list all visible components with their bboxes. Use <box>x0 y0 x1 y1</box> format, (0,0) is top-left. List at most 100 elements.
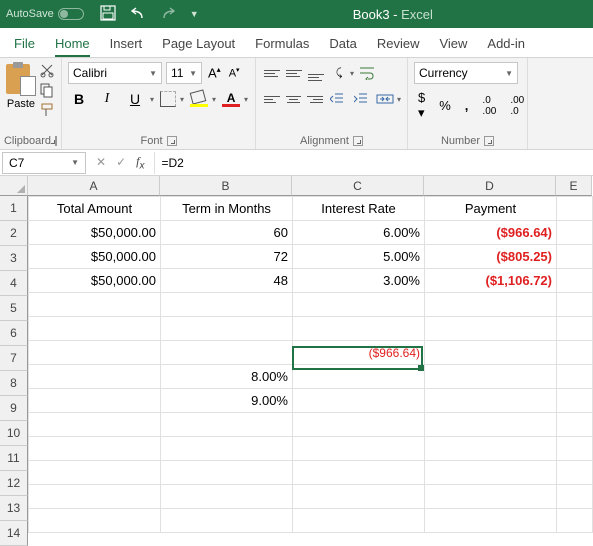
select-all-corner[interactable] <box>0 176 28 196</box>
align-top-icon[interactable] <box>262 65 282 81</box>
cell <box>557 389 593 413</box>
cell <box>425 317 557 341</box>
redo-icon[interactable] <box>160 5 176 24</box>
col-header[interactable]: B <box>160 176 292 196</box>
cell <box>161 437 293 461</box>
align-bottom-icon[interactable] <box>306 65 326 81</box>
cell <box>161 413 293 437</box>
cell <box>161 341 293 365</box>
number-label: Number <box>414 133 521 147</box>
save-icon[interactable] <box>100 5 116 24</box>
cell <box>293 437 425 461</box>
cell <box>557 509 593 533</box>
tab-file[interactable]: File <box>14 36 35 57</box>
row-header[interactable]: 11 <box>0 446 28 471</box>
row-header[interactable]: 10 <box>0 421 28 446</box>
cell <box>557 317 593 341</box>
borders-icon[interactable] <box>160 91 176 107</box>
cell: 9.00% <box>161 389 293 413</box>
decrease-font-icon[interactable]: A▾ <box>227 64 242 82</box>
number-format-select[interactable]: Currency▼ <box>414 62 518 84</box>
cell: Total Amount <box>29 197 161 221</box>
decrease-decimal-icon[interactable]: .00.0 <box>506 93 528 119</box>
ribbon: Paste Clipboard Calibri▼ 11▼ A▴ A▾ B I U… <box>0 58 593 150</box>
row-header[interactable]: 7 <box>0 346 28 371</box>
row-header[interactable]: 14 <box>0 521 28 546</box>
row-header[interactable]: 8 <box>0 371 28 396</box>
italic-button[interactable]: I <box>96 88 118 110</box>
cut-icon[interactable] <box>38 62 56 78</box>
dialog-launcher-icon[interactable] <box>484 136 494 146</box>
cell <box>293 293 425 317</box>
qat-dropdown-icon[interactable]: ▼ <box>190 9 199 19</box>
align-left-icon[interactable] <box>262 91 282 107</box>
cell: $50,000.00 <box>29 245 161 269</box>
align-middle-icon[interactable] <box>284 65 304 81</box>
row-header[interactable]: 5 <box>0 296 28 321</box>
row-header[interactable]: 1 <box>0 196 28 221</box>
increase-decimal-icon[interactable]: .0.00 <box>478 93 500 119</box>
formula-input[interactable]: =D2 <box>154 152 593 174</box>
row-header[interactable]: 4 <box>0 271 28 296</box>
book-name: Book3 <box>353 7 390 22</box>
ribbon-tabs: File Home Insert Page Layout Formulas Da… <box>0 28 593 58</box>
comma-format-icon[interactable]: , <box>461 96 473 115</box>
undo-icon[interactable] <box>130 5 146 24</box>
row-header[interactable]: 13 <box>0 496 28 521</box>
paste-button[interactable]: Paste <box>6 62 36 118</box>
merge-center-icon[interactable] <box>374 89 397 109</box>
cells-table[interactable]: Total AmountTerm in MonthsInterest RateP… <box>28 196 593 533</box>
col-header[interactable]: A <box>28 176 160 196</box>
cell <box>161 293 293 317</box>
fill-color-icon[interactable] <box>190 91 208 107</box>
row-header[interactable]: 6 <box>0 321 28 346</box>
autosave-toggle[interactable]: AutoSave <box>6 8 84 20</box>
decrease-indent-icon[interactable] <box>327 88 348 110</box>
percent-format-icon[interactable]: % <box>435 96 455 115</box>
tab-review[interactable]: Review <box>377 36 420 57</box>
align-center-icon[interactable] <box>284 91 304 107</box>
col-header[interactable]: D <box>424 176 556 196</box>
row-header[interactable]: 9 <box>0 396 28 421</box>
font-size-select[interactable]: 11▼ <box>166 62 202 84</box>
cell <box>161 509 293 533</box>
bold-button[interactable]: B <box>68 88 90 110</box>
wrap-text-icon[interactable] <box>356 63 380 83</box>
cell <box>293 461 425 485</box>
cell <box>557 269 593 293</box>
format-painter-icon[interactable] <box>38 102 56 118</box>
clipboard-label: Clipboard <box>6 133 55 147</box>
tab-formulas[interactable]: Formulas <box>255 36 309 57</box>
col-header[interactable]: E <box>556 176 592 196</box>
font-color-icon[interactable]: A <box>222 91 240 107</box>
tab-data[interactable]: Data <box>329 36 356 57</box>
increase-font-icon[interactable]: A▴ <box>206 63 223 82</box>
font-name-select[interactable]: Calibri▼ <box>68 62 162 84</box>
copy-icon[interactable] <box>38 82 56 98</box>
insert-function-icon[interactable]: fx <box>136 154 144 171</box>
col-header[interactable]: C <box>292 176 424 196</box>
tab-home[interactable]: Home <box>55 36 90 57</box>
name-box[interactable]: C7▼ <box>2 152 86 174</box>
enter-icon[interactable]: ✓ <box>116 155 126 169</box>
orientation-icon[interactable]: ⤹ <box>328 62 350 84</box>
dialog-launcher-icon[interactable] <box>167 136 177 146</box>
tab-page-layout[interactable]: Page Layout <box>162 36 235 57</box>
row-header[interactable]: 12 <box>0 471 28 496</box>
increase-indent-icon[interactable] <box>350 88 371 110</box>
cell <box>293 485 425 509</box>
cell <box>29 293 161 317</box>
tab-view[interactable]: View <box>439 36 467 57</box>
row-header[interactable]: 3 <box>0 246 28 271</box>
dialog-launcher-icon[interactable] <box>55 136 57 146</box>
dialog-launcher-icon[interactable] <box>353 136 363 146</box>
tab-insert[interactable]: Insert <box>110 36 143 57</box>
align-right-icon[interactable] <box>305 91 325 107</box>
underline-button[interactable]: U <box>124 88 146 110</box>
tab-addin[interactable]: Add-in <box>487 36 525 57</box>
cell <box>29 509 161 533</box>
cell <box>557 341 593 365</box>
row-header[interactable]: 2 <box>0 221 28 246</box>
cancel-icon[interactable]: ✕ <box>96 155 106 169</box>
accounting-format-icon[interactable]: $ ▾ <box>414 88 429 123</box>
